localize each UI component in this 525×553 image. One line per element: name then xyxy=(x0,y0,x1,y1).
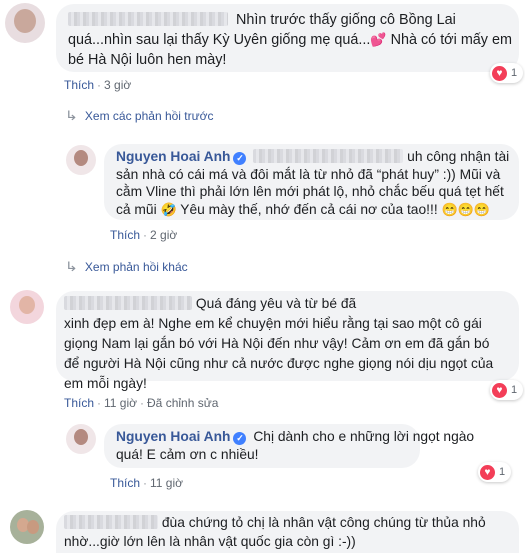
reply-bubble: Nguyen Hoai Anh ✓ uh công nhận tài sản nh… xyxy=(104,144,519,220)
rofl-emoji: 🤣 xyxy=(160,201,177,217)
comment-text: để người Hà Nội cũng như cả nước được ng… xyxy=(64,356,494,371)
reaction-count: 1 xyxy=(511,384,518,396)
avatar[interactable] xyxy=(66,424,96,454)
reaction-count: 1 xyxy=(499,466,506,478)
timestamp[interactable]: 11 giờ xyxy=(104,396,137,410)
comment-text: uh công nhận tài xyxy=(407,149,510,164)
view-more-replies-link[interactable]: ↳ Xem phản hồi khác xyxy=(64,259,188,275)
comment-text: em mỗi ngày! xyxy=(64,376,147,391)
heart-icon: ♥ xyxy=(492,382,507,398)
avatar[interactable] xyxy=(10,290,44,324)
avatar[interactable] xyxy=(10,510,44,544)
comment-text: Nhìn trước thấy giống cô Bồng Lai xyxy=(236,12,456,28)
comment-text: Yêu mày thế, nhớ đến cả cái nơ của tao!!… xyxy=(180,201,438,217)
comment-bubble: Nhìn trước thấy giống cô Bồng Lai quá...… xyxy=(56,4,519,72)
timestamp[interactable]: 11 giờ xyxy=(150,476,183,490)
avatar[interactable] xyxy=(5,3,45,43)
reaction-summary[interactable]: ♥ 1 xyxy=(478,462,512,482)
redacted-name xyxy=(64,515,158,529)
comment-text: cả mũi xyxy=(116,201,157,217)
reaction-count: 1 xyxy=(511,67,518,79)
verified-badge-icon: ✓ xyxy=(233,152,247,165)
author-name[interactable]: Nguyen Hoai Anh xyxy=(116,429,230,444)
reaction-summary[interactable]: ♥ 1 xyxy=(490,380,524,400)
comment-text: xinh đẹp em à! Nghe em kể chuyện mới hiể… xyxy=(64,316,482,331)
hearts-emoji: 💕 xyxy=(370,32,387,47)
comment-bubble: Quá đáng yêu và từ bé đã xinh đẹp em à! … xyxy=(56,291,519,391)
comment-actions: Thích · 3 giờ xyxy=(64,78,132,92)
comment-text: đùa chứng tỏ chị là nhân vật công chúng … xyxy=(161,515,486,530)
comment-text: quá! E cảm ơn c nhiều! xyxy=(116,447,259,462)
redacted-name xyxy=(68,12,228,26)
reply-actions: Thích · 2 giờ xyxy=(110,228,178,242)
comment-text: nhờ...giờ lớn lên là nhân vật quốc gia c… xyxy=(64,534,356,549)
edited-label[interactable]: Đã chỉnh sửa xyxy=(147,396,218,410)
comment-text: sản nhà có cái má và đôi mắt là từ nhỏ đ… xyxy=(116,166,501,182)
comment-text: Nhà có tới mấy em xyxy=(390,32,512,48)
link-label: Xem các phản hồi trước xyxy=(84,109,214,123)
verified-badge-icon: ✓ xyxy=(233,432,247,445)
comment-text: giọng Nam lại gắn bó với Hà Nội đến như … xyxy=(64,336,490,351)
view-previous-replies-link[interactable]: ↳ Xem các phản hồi trước xyxy=(64,108,214,124)
comment-bubble: đùa chứng tỏ chị là nhân vật công chúng … xyxy=(56,511,519,553)
link-label: Xem phản hồi khác xyxy=(84,260,188,274)
redacted-name xyxy=(253,149,404,163)
comment-text: Chị dành cho e những lời ngọt ngào xyxy=(253,429,475,444)
timestamp[interactable]: 3 giờ xyxy=(104,78,131,92)
reply-arrow-icon: ↳ xyxy=(64,108,78,123)
reply-actions: Thích · 11 giờ xyxy=(110,476,184,490)
comment-text: Quá đáng yêu và từ bé đã xyxy=(195,296,357,311)
reply-arrow-icon: ↳ xyxy=(64,259,78,274)
like-button[interactable]: Thích xyxy=(64,396,94,410)
reaction-summary[interactable]: ♥ 1 xyxy=(490,63,524,83)
redacted-name xyxy=(64,296,192,310)
comment-text: cằm Vline thì phải lớn lên mới phát lộ, … xyxy=(116,184,504,199)
laughing-emoji: 😁😁😁 xyxy=(441,201,491,217)
heart-icon: ♥ xyxy=(480,464,495,480)
heart-icon: ♥ xyxy=(492,65,507,81)
avatar[interactable] xyxy=(66,145,96,175)
like-button[interactable]: Thích xyxy=(110,476,140,490)
reply-bubble: Nguyen Hoai Anh ✓ Chị dành cho e những lờ… xyxy=(104,424,474,468)
timestamp[interactable]: 2 giờ xyxy=(150,228,177,242)
comment-text: quá...nhìn sau lại thấy Kỳ Uyên giống mẹ… xyxy=(68,32,371,48)
comment-actions: Thích · 11 giờ · Đã chỉnh sửa xyxy=(64,396,219,410)
comment-text: bé Hà Nội luôn hen mày! xyxy=(68,52,227,68)
author-name[interactable]: Nguyen Hoai Anh xyxy=(116,149,230,164)
like-button[interactable]: Thích xyxy=(64,78,94,92)
like-button[interactable]: Thích xyxy=(110,228,140,242)
